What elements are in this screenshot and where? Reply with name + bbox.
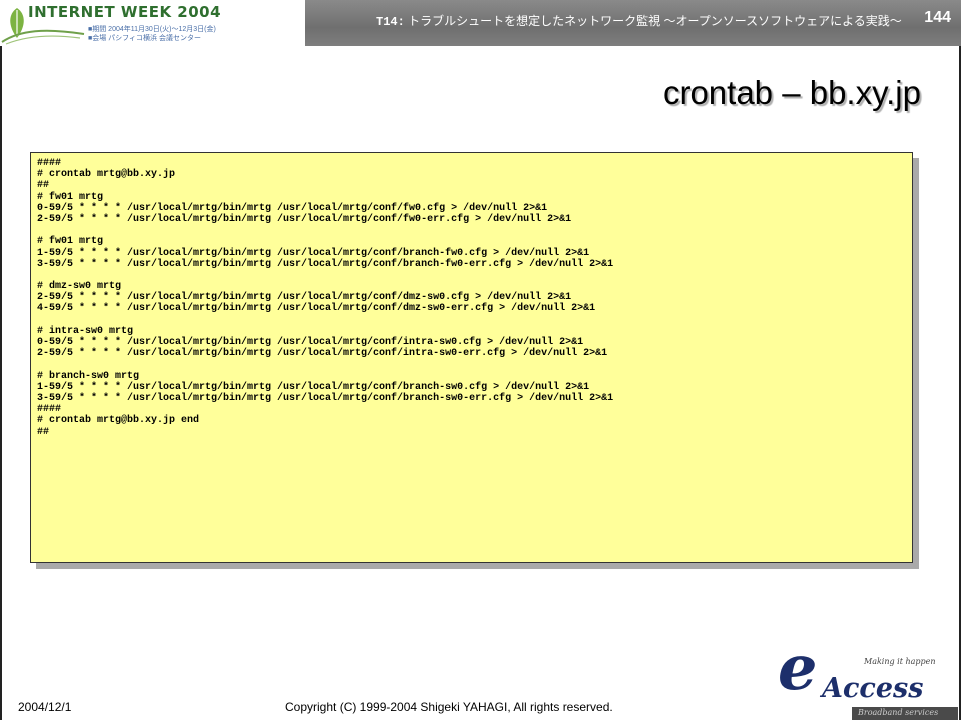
- logo-e-letter: e: [778, 631, 818, 704]
- code-line: 2-59/5 * * * * /usr/local/mrtg/bin/mrtg …: [37, 348, 608, 360]
- event-logo: INTERNET WEEK 2004 ■期間 2004年11月30日(火)～12…: [0, 0, 305, 46]
- code-line: # dmz-sw0 mrtg: [37, 281, 122, 293]
- swoosh-graphic: [1, 29, 85, 45]
- page-number: 144: [924, 9, 951, 26]
- eaccess-logo: e Making it happen Access Broadband serv…: [772, 637, 961, 720]
- code-line: 2-59/5 * * * * /usr/local/mrtg/bin/mrtg …: [37, 292, 572, 304]
- code-line: ##: [37, 180, 50, 192]
- code-line: # crontab mrtg@bb.xy.jp end: [37, 415, 200, 427]
- code-line: ####: [37, 404, 62, 416]
- code-line: # fw01 mrtg: [37, 236, 104, 248]
- code-line: 4-59/5 * * * * /usr/local/mrtg/bin/mrtg …: [37, 303, 596, 315]
- code-line: 1-59/5 * * * * /usr/local/mrtg/bin/mrtg …: [37, 247, 590, 259]
- code-line: # branch-sw0 mrtg: [37, 370, 140, 382]
- session-title: T14: トラブルシュートを想定したネットワーク監視 ～オープンソースソフトウェ…: [376, 12, 902, 29]
- event-logo-text: INTERNET WEEK 2004: [28, 3, 222, 21]
- code-line: 0-59/5 * * * * /usr/local/mrtg/bin/mrtg …: [37, 337, 584, 348]
- logo-brand-name: Access: [822, 673, 924, 704]
- code-line: 0-59/5 * * * * /usr/local/mrtg/bin/mrtg …: [37, 202, 548, 214]
- event-venue: ■会場 パシフィコ横浜 会議センター: [88, 35, 201, 42]
- footer-date: 2004/12/1: [18, 700, 72, 714]
- session-code: T14:: [376, 15, 405, 29]
- code-line: 3-59/5 * * * * /usr/local/mrtg/bin/mrtg …: [37, 392, 614, 404]
- session-title-text: トラブルシュートを想定したネットワーク監視 ～オープンソースソフトウェアによる実…: [404, 14, 902, 28]
- code-line: # intra-sw0 mrtg: [37, 325, 134, 337]
- logo-subtitle: Broadband services: [858, 708, 939, 717]
- logo-tagline: Making it happen: [864, 657, 936, 666]
- code-block: #### # crontab mrtg@bb.xy.jp ## # fw01 m…: [30, 152, 913, 563]
- code-line: # crontab mrtg@bb.xy.jp: [37, 169, 176, 181]
- code-line: 1-59/5 * * * * /usr/local/mrtg/bin/mrtg …: [37, 381, 590, 393]
- code-line: ####: [37, 158, 62, 169]
- code-line: 2-59/5 * * * * /usr/local/mrtg/bin/mrtg …: [37, 213, 572, 225]
- code-line: 3-59/5 * * * * /usr/local/mrtg/bin/mrtg …: [37, 258, 614, 270]
- header-bar: INTERNET WEEK 2004 ■期間 2004年11月30日(火)～12…: [0, 0, 961, 46]
- footer-copyright: Copyright (C) 1999-2004 Shigeki YAHAGI, …: [285, 700, 613, 714]
- code-line: # fw01 mrtg: [37, 191, 104, 203]
- code-line: ##: [37, 426, 50, 438]
- slide-title: crontab – bb.xy.jp: [662, 74, 921, 111]
